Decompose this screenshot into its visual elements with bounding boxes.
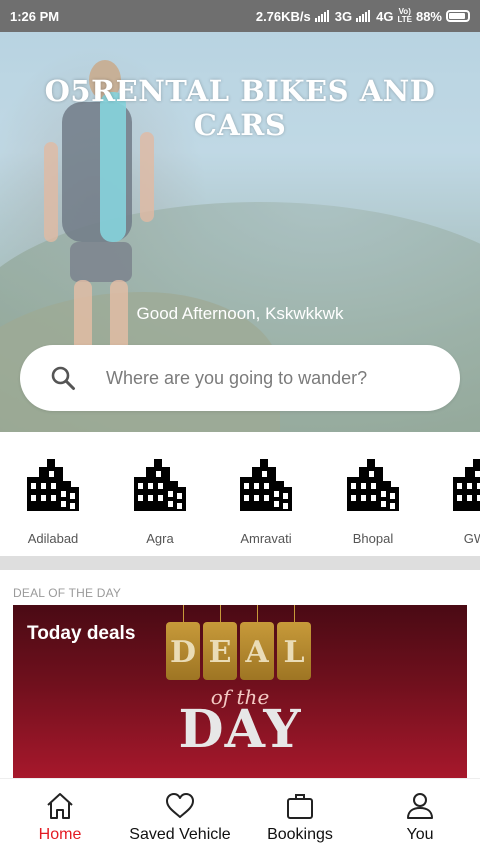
deal-tag-letter: A <box>240 605 274 680</box>
nav-label: Saved Vehicle <box>129 826 231 843</box>
nav-home[interactable]: Home <box>0 779 120 854</box>
deal-section: DEAL OF THE DAY Today deals D E A L of t… <box>0 570 480 780</box>
network-type-1: 3G <box>334 8 353 24</box>
nav-saved-vehicle[interactable]: Saved Vehicle <box>120 779 240 854</box>
deal-section-title: DEAL OF THE DAY <box>13 586 122 600</box>
city-label: GWA <box>463 531 480 546</box>
city-item-amravati[interactable]: Amravati <box>221 457 311 546</box>
deal-card[interactable]: Today deals D E A L of the DAY <box>13 605 467 780</box>
city-item-bhopal[interactable]: Bhopal <box>328 457 418 546</box>
deal-day-text: DAY <box>178 699 302 760</box>
search-icon <box>51 366 75 390</box>
volte-icon: Vo) LTE <box>397 7 412 24</box>
heart-icon <box>166 793 194 818</box>
search-input[interactable] <box>104 366 428 390</box>
building-icon <box>453 459 480 511</box>
home-icon <box>47 793 73 819</box>
status-bar: 1:26 PM 2.76KB/s 3G 4G Vo) LTE 88% <box>0 0 480 32</box>
network-type-2: 4G <box>376 8 394 24</box>
battery-percent: 88% <box>415 8 442 24</box>
city-item-gwa[interactable]: GWA <box>434 457 480 546</box>
city-label: Amravati <box>240 531 292 546</box>
search-bar[interactable] <box>20 345 460 411</box>
status-time: 1:26 PM <box>10 8 60 24</box>
deal-card-title: Today deals <box>27 623 136 644</box>
hero-banner: O5RENTAL BIKES AND CARS Good Afternoon, … <box>0 32 480 432</box>
nav-label: You <box>406 826 434 843</box>
building-icon <box>27 459 79 511</box>
signal-icon <box>314 10 329 22</box>
deal-tags: D E A L <box>166 605 316 695</box>
bottom-nav: Home Saved Vehicle Bookings You <box>0 778 480 854</box>
nav-label: Bookings <box>267 826 333 843</box>
user-icon <box>407 793 433 819</box>
nav-you[interactable]: You <box>360 779 480 854</box>
app-title: O5RENTAL BIKES AND CARS <box>44 74 436 142</box>
nav-bookings[interactable]: Bookings <box>240 779 360 854</box>
city-label: Adilabad <box>27 531 79 546</box>
battery-icon <box>446 10 470 22</box>
deal-tag-letter: E <box>203 605 237 680</box>
city-label: Agra <box>146 531 174 546</box>
building-icon <box>347 459 399 511</box>
deal-tag-letter: D <box>166 605 200 680</box>
signal-icon <box>356 10 371 22</box>
building-icon <box>134 459 186 511</box>
nav-label: Home <box>38 826 82 843</box>
section-divider <box>0 556 480 570</box>
greeting-text: Good Afternoon, Kskwkkwk <box>136 304 344 323</box>
building-icon <box>240 459 292 511</box>
city-label: Bhopal <box>352 531 394 546</box>
city-item-adilabad[interactable]: Adilabad <box>8 457 98 546</box>
city-list: Adilabad Agra Amravati Bhopal GW <box>0 432 480 556</box>
deal-tag-letter: L <box>277 605 311 680</box>
network-speed: 2.76KB/s <box>255 8 311 24</box>
briefcase-icon <box>287 794 313 819</box>
status-indicators: 2.76KB/s 3G 4G Vo) LTE 88% <box>256 8 470 24</box>
city-item-agra[interactable]: Agra <box>115 457 205 546</box>
